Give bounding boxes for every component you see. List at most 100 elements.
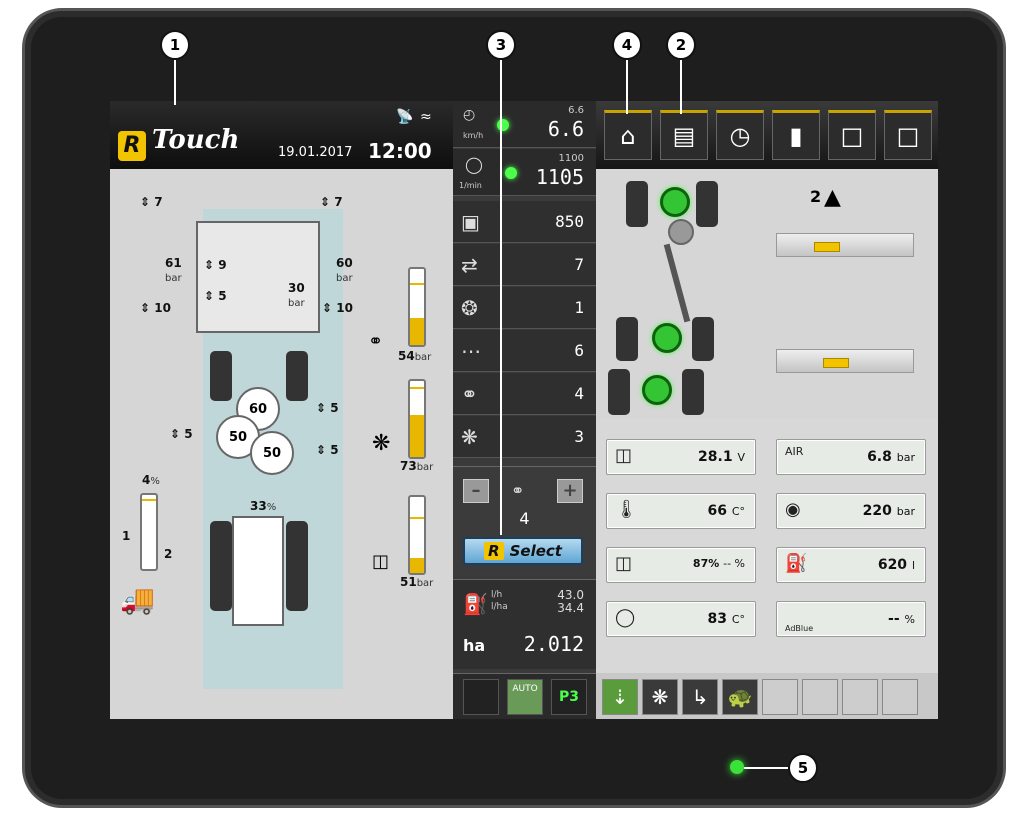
- axle-scale-2: 2: [164, 547, 173, 561]
- row-belt[interactable]: ⚭ 4: [453, 373, 596, 415]
- row-cleaner[interactable]: ⇄ 7: [453, 244, 596, 286]
- speed-display: ◴ km/h 6.6 6.6: [453, 101, 596, 148]
- function-slot-6[interactable]: [802, 679, 838, 715]
- ha-value: 2.012: [523, 632, 584, 656]
- gauge-2-value: 73bar: [400, 459, 434, 473]
- home-tab[interactable]: ⌂: [604, 110, 652, 160]
- chassis-link: [663, 243, 691, 323]
- select-value: 4: [519, 509, 530, 528]
- row-area[interactable]: ▣ 850: [453, 201, 596, 243]
- plus-button[interactable]: +: [557, 479, 583, 503]
- elevator-function-button[interactable]: ↳: [682, 679, 718, 715]
- function-slot-8[interactable]: [882, 679, 918, 715]
- ha-label: ha: [463, 636, 486, 655]
- oil-temperature: 🌡 66 C°: [606, 493, 756, 529]
- satellite-icon: 📡: [396, 109, 414, 125]
- fuel-consumption: ⛽ l/h 43.0 l/ha 34.4 ha 2.012: [453, 579, 596, 669]
- engine-icon: ◯: [465, 155, 483, 174]
- row-turbine[interactable]: ❋ 3: [453, 416, 596, 458]
- rear-left-tire: [210, 521, 232, 611]
- callout-5: 5: [788, 753, 818, 783]
- rollers-icon: ⋯: [461, 339, 481, 363]
- turbine-function-button[interactable]: ❋: [642, 679, 678, 715]
- hydraulic-oil-level: ◫ 87% -- %: [606, 547, 756, 583]
- bunker-fill: 33%: [250, 499, 277, 513]
- area-icon: ▣: [461, 210, 480, 234]
- cleaner-height: ⇕ 5: [204, 289, 227, 303]
- p3-mode-button[interactable]: P3: [551, 679, 587, 715]
- height-right: ⇕ 7: [320, 195, 343, 209]
- coolant-temp-icon: ◯: [615, 607, 636, 628]
- turtle-mode-button[interactable]: 🐢: [722, 679, 758, 715]
- belt-icon: ⚭: [368, 331, 384, 352]
- mode-slot-empty[interactable]: [463, 679, 499, 715]
- depth-left: ⇕ 10: [140, 301, 171, 315]
- belt-speed-icon: ⚭: [461, 382, 478, 406]
- mode-bar: AUTO P3: [453, 673, 596, 719]
- r-select-button[interactable]: R Select: [463, 537, 583, 565]
- unloading-cart-icon: 🚚: [120, 583, 155, 616]
- axle-1-position-slider[interactable]: [776, 233, 914, 257]
- function-slot-7[interactable]: [842, 679, 878, 715]
- oil-temp-icon: 🌡: [615, 499, 638, 520]
- callout-1: 1: [160, 30, 190, 60]
- bunker: [232, 516, 284, 626]
- rpm-target: 1100: [558, 153, 584, 164]
- row-wheel[interactable]: ❂ 1: [453, 287, 596, 329]
- adblue-level: AdBlue -- %: [776, 601, 926, 637]
- steering-wheel-2-icon: [652, 323, 682, 353]
- pressure-gauge-3: [408, 495, 426, 575]
- brand-logo-icon: R: [118, 131, 146, 161]
- axle-2-position-slider[interactable]: [776, 349, 914, 373]
- hydraulic-oil-icon: ◫: [615, 553, 633, 574]
- turbine-setting-b: ⇕ 5: [170, 427, 193, 441]
- minus-button[interactable]: –: [463, 479, 489, 503]
- pressure-right: 60 bar: [336, 256, 353, 284]
- tab-bar: ⌂ ▤ ◷ ▮ □ □: [596, 101, 938, 169]
- adblue-icon: AdBlue: [785, 624, 814, 633]
- topper-height: ⇕ 9: [204, 258, 227, 272]
- timer-tab[interactable]: ◷: [716, 110, 764, 160]
- function-slot-5[interactable]: [762, 679, 798, 715]
- air-icon: AIR: [785, 445, 804, 458]
- speedometer-icon: ◴: [463, 107, 476, 123]
- unload-function-button[interactable]: ⇣: [602, 679, 638, 715]
- axle2-right-tire: [692, 317, 714, 361]
- depth-right: ⇕ 10: [322, 301, 353, 315]
- turbine-3: 50: [250, 431, 294, 475]
- rear-right-tire: [286, 521, 308, 611]
- belt-select-icon: ⚭: [511, 481, 525, 500]
- machine-overview-panel: R Touch 📡 ≈ 19.01.2017 12:00 ⇕ 7 ⇕ 7 61 b…: [110, 101, 453, 719]
- oil-tank-icon: ◫: [372, 551, 390, 572]
- fuel-pump-icon: ⛽: [463, 592, 488, 616]
- statistics-tab[interactable]: ▮: [772, 110, 820, 160]
- axle1-right-tire: [696, 181, 718, 227]
- header-date: 19.01.2017: [278, 145, 353, 160]
- auto-mode-button[interactable]: AUTO: [507, 679, 543, 715]
- screen-2-tab[interactable]: □: [884, 110, 932, 160]
- detail-panel: ⌂ ▤ ◷ ▮ □ □ 2 ▲ ◫28.1 V AIR6.8 bar 🌡6: [596, 101, 938, 719]
- battery-voltage: ◫ 28.1 V: [606, 439, 756, 475]
- fuel-icon: ⛽: [785, 553, 808, 574]
- speed-led: [497, 119, 509, 131]
- fuel-lha: 34.4: [557, 601, 584, 615]
- wifi-icon: ≈: [420, 109, 432, 125]
- axle-scale-1: 1: [122, 529, 131, 543]
- cleaner-pressure: 30 bar: [288, 281, 305, 309]
- steering-wheel-1-icon: [660, 187, 690, 217]
- steering-mode-icon: ▲: [824, 185, 841, 210]
- pressure-gauge-1-fill: [410, 318, 424, 345]
- pressure-gauge-3-fill: [410, 557, 424, 573]
- fuel-lh: 43.0: [557, 588, 584, 602]
- row-rollers[interactable]: ⋯ 6: [453, 330, 596, 372]
- menu-tab[interactable]: ▤: [660, 110, 708, 160]
- turbine-speed-icon: ❋: [461, 425, 478, 449]
- screen-1-tab[interactable]: □: [828, 110, 876, 160]
- brake-pressure-icon: ◉: [785, 499, 801, 520]
- steering-wheel-3-icon: [642, 375, 672, 405]
- axle3-left-tire: [608, 369, 630, 415]
- rpm-value: 1105: [535, 165, 584, 189]
- cleaner-icon: ⇄: [461, 253, 478, 277]
- front-right-tire: [286, 351, 308, 401]
- axle2-left-tire: [616, 317, 638, 361]
